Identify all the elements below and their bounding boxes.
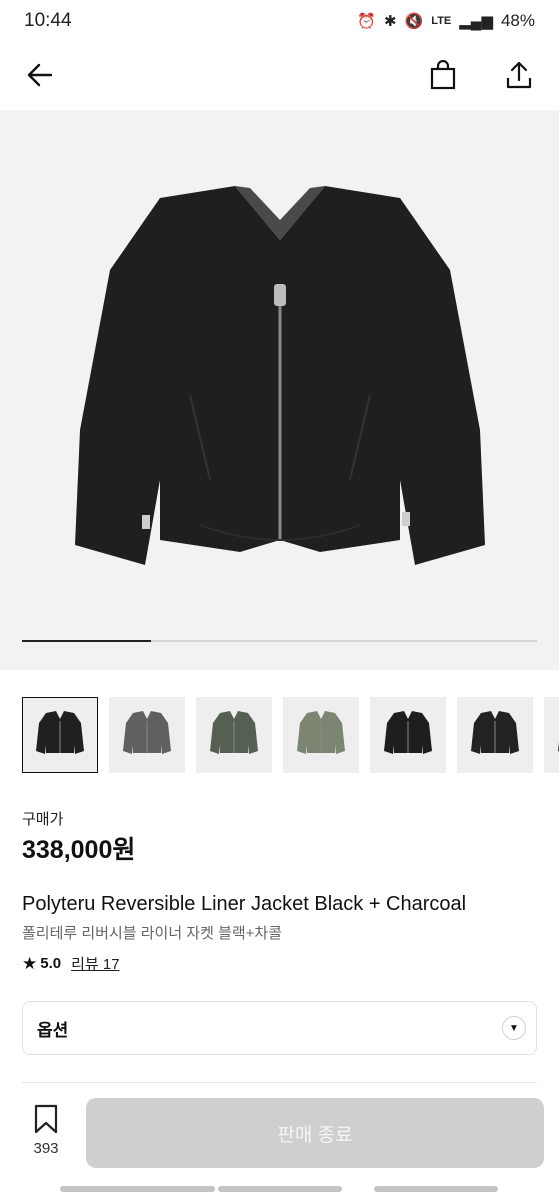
thumbnail-image — [210, 711, 258, 754]
thumbnail-image — [297, 711, 345, 754]
bluetooth-icon: ✱ — [384, 13, 397, 30]
thumbnail-image — [558, 741, 559, 752]
sold-out-button[interactable]: 판매 종료 — [86, 1098, 544, 1168]
product-image — [75, 186, 485, 565]
review-link[interactable]: 리뷰 17 — [71, 953, 119, 974]
thumbnail-strip — [0, 697, 559, 777]
shopping-bag-button[interactable] — [423, 55, 463, 95]
bottom-action-bar: 393 판매 종료 — [0, 1090, 559, 1176]
back-arrow-icon — [27, 63, 53, 87]
thumbnail-1[interactable] — [22, 697, 98, 773]
alarm-icon: ⏰ — [357, 13, 377, 30]
mute-icon: 🔇 — [404, 13, 424, 30]
product-image-gallery[interactable] — [0, 110, 559, 670]
gallery-progress-fill — [22, 640, 151, 642]
option-label: 옵션 — [37, 1020, 69, 1040]
share-icon — [506, 61, 532, 89]
gallery-progress-track — [22, 640, 537, 642]
signal-icon: ▂▄▆ — [459, 13, 493, 30]
nav-gesture-right[interactable] — [374, 1186, 498, 1192]
option-select[interactable]: 옵션 ▼ — [22, 1001, 537, 1055]
nav-gesture-left[interactable] — [60, 1186, 215, 1192]
star-icon: ★ — [22, 953, 38, 973]
thumbnail-5[interactable] — [370, 697, 446, 773]
back-button[interactable] — [20, 55, 60, 95]
nav-gesture-center[interactable] — [218, 1186, 342, 1192]
product-title-en: Polyteru Reversible Liner Jacket Black +… — [22, 893, 467, 915]
product-title-kr: 폴리테루 리버시블 라이너 자켓 블랙+차콜 — [22, 925, 283, 942]
thumbnail-6[interactable] — [457, 697, 533, 773]
thumbnail-3[interactable] — [196, 697, 272, 773]
thumbnail-4[interactable] — [283, 697, 359, 773]
status-time: 10:44 — [24, 10, 72, 31]
thumbnail-2[interactable] — [109, 697, 185, 773]
divider — [22, 1082, 537, 1083]
rating-row: ★ 5.0 리뷰 17 — [22, 953, 120, 974]
shopping-bag-icon — [430, 60, 456, 90]
thumbnail-image — [471, 711, 519, 754]
thumbnail-image — [36, 711, 84, 754]
share-button[interactable] — [499, 55, 539, 95]
rating-score: 5.0 — [40, 955, 62, 972]
top-nav — [0, 42, 559, 108]
bookmark-icon — [34, 1104, 58, 1134]
wishlist-button[interactable]: 393 — [22, 1104, 70, 1157]
network-type: LTE — [431, 15, 452, 27]
thumbnail-7[interactable] — [544, 697, 559, 773]
status-bar: 10:44 ⏰ ✱ 🔇 LTE ▂▄▆ 48% — [0, 0, 559, 42]
wishlist-count: 393 — [33, 1140, 59, 1157]
status-icons: ⏰ ✱ 🔇 LTE ▂▄▆ 48% — [357, 11, 535, 31]
product-price: 338,000원 — [22, 836, 136, 864]
thumbnail-image — [123, 711, 171, 754]
price-label: 구매가 — [22, 811, 64, 828]
battery-level: 48% — [500, 11, 535, 30]
chevron-down-icon: ▼ — [502, 1016, 526, 1040]
thumbnail-image — [384, 711, 432, 754]
